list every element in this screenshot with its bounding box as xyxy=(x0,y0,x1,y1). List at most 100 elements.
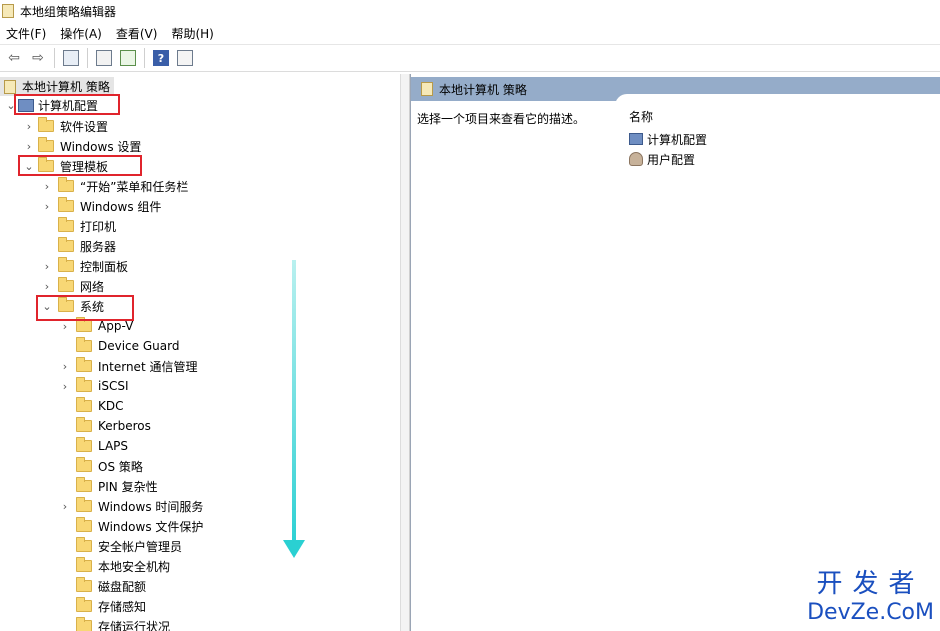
policy-icon xyxy=(421,82,433,96)
pane-splitter[interactable] xyxy=(400,74,410,631)
show-hide-tree-icon[interactable] xyxy=(61,48,81,68)
chevron-right-icon[interactable]: › xyxy=(40,280,54,293)
tree-item-label: App-V xyxy=(98,319,134,333)
folder-icon xyxy=(58,217,74,232)
items-list: 名称 计算机配置 用户配置 xyxy=(615,94,940,631)
watermark-line1: 开发者 xyxy=(816,569,925,599)
tree-item-label: Windows 设置 xyxy=(60,139,142,154)
title-bar: 本地组策略编辑器 xyxy=(0,0,940,22)
chevron-right-icon[interactable]: › xyxy=(58,380,72,393)
tree-item-os-policy[interactable]: OS 策略 xyxy=(58,456,143,476)
tree-item-label: LAPS xyxy=(98,439,129,453)
scroll-arrow-shaft xyxy=(292,260,296,540)
forward-icon[interactable]: ⇨ xyxy=(28,48,48,68)
tree-item-label: Windows 组件 xyxy=(80,199,162,214)
toolbar: ⇦ ⇨ ? xyxy=(0,44,940,72)
export-list-icon[interactable] xyxy=(118,48,138,68)
folder-icon xyxy=(76,537,92,552)
menu-view[interactable]: 查看(V) xyxy=(110,25,166,42)
menu-file[interactable]: 文件(F) xyxy=(0,25,54,42)
folder-icon xyxy=(76,317,92,332)
toolbar-separator xyxy=(144,48,145,68)
chevron-right-icon[interactable]: › xyxy=(40,180,54,193)
tree-item-software-settings[interactable]: › 软件设置 xyxy=(22,116,108,136)
tree-item-control-panel[interactable]: › 控制面板 xyxy=(40,256,128,276)
tree-item-storage-health[interactable]: 存储运行状况 xyxy=(58,616,170,631)
tree-item-server[interactable]: 服务器 xyxy=(40,236,116,256)
scroll-arrow-head xyxy=(283,540,305,558)
tree-item-pin-complexity[interactable]: PIN 复杂性 xyxy=(58,476,158,496)
tree-item-kdc[interactable]: KDC xyxy=(58,396,124,416)
watermark: 开发者 DevZe.CoM xyxy=(807,563,934,625)
details-header-title: 本地计算机 策略 xyxy=(439,82,527,97)
tree-item-windows-file-protection[interactable]: Windows 文件保护 xyxy=(58,516,203,536)
toolbar-separator xyxy=(87,48,88,68)
tree-item-label: “开始”菜单和任务栏 xyxy=(80,179,189,194)
folder-icon xyxy=(76,437,92,452)
folder-icon xyxy=(76,377,92,392)
folder-icon xyxy=(76,497,92,512)
tree-item-sam[interactable]: 安全帐户管理员 xyxy=(58,536,182,556)
tree-item-windows-components[interactable]: › Windows 组件 xyxy=(40,196,161,216)
highlight-box xyxy=(18,155,142,176)
tree-item-lsa[interactable]: 本地安全机构 xyxy=(58,556,170,576)
menu-help[interactable]: 帮助(H) xyxy=(165,25,221,42)
tree-item-internet-comm[interactable]: › Internet 通信管理 xyxy=(58,356,197,376)
tree-item-label: 存储运行状况 xyxy=(98,619,171,631)
column-header-name[interactable]: 名称 xyxy=(629,108,653,125)
list-item-user-config[interactable]: 用户配置 xyxy=(629,150,695,168)
highlight-box xyxy=(36,295,134,321)
tree-item-printers[interactable]: 打印机 xyxy=(40,216,116,236)
tree-item-laps[interactable]: LAPS xyxy=(58,436,128,456)
details-pane: 本地计算机 策略 选择一个项目来查看它的描述。 名称 计算机配置 用户配置 开发… xyxy=(410,74,940,631)
tree-item-windows-time[interactable]: › Windows 时间服务 xyxy=(58,496,203,516)
chevron-right-icon[interactable]: › xyxy=(40,260,54,273)
folder-icon xyxy=(38,137,54,152)
folder-icon xyxy=(58,277,74,292)
folder-icon xyxy=(76,517,92,532)
folder-icon xyxy=(76,337,92,352)
properties-icon[interactable] xyxy=(94,48,114,68)
tree-item-kerberos[interactable]: Kerberos xyxy=(58,416,151,436)
folder-icon xyxy=(76,397,92,412)
folder-icon xyxy=(58,177,74,192)
back-icon[interactable]: ⇦ xyxy=(4,48,24,68)
tree-item-device-guard[interactable]: Device Guard xyxy=(58,336,179,356)
folder-icon xyxy=(76,357,92,372)
chevron-right-icon[interactable]: › xyxy=(58,360,72,373)
computer-icon xyxy=(629,133,643,145)
description-text: 选择一个项目来查看它的描述。 xyxy=(417,112,586,126)
tree-item-start-menu[interactable]: › “开始”菜单和任务栏 xyxy=(40,176,188,196)
tree-item-label: OS 策略 xyxy=(98,459,143,474)
tree-item-disk-quota[interactable]: 磁盘配额 xyxy=(58,576,146,596)
tree-item-windows-settings[interactable]: › Windows 设置 xyxy=(22,136,141,156)
app-icon xyxy=(2,4,14,18)
help-icon[interactable]: ? xyxy=(151,48,171,68)
chevron-right-icon[interactable]: › xyxy=(40,200,54,213)
tree-item-label: Device Guard xyxy=(98,339,180,353)
tree-item-label: 网络 xyxy=(80,279,105,294)
tree-item-iscsi[interactable]: › iSCSI xyxy=(58,376,129,396)
window-title: 本地组策略编辑器 xyxy=(20,4,117,19)
chevron-right-icon[interactable]: › xyxy=(58,500,72,513)
tree-item-label: 本地安全机构 xyxy=(98,559,171,574)
tree-item-label: 控制面板 xyxy=(80,259,129,274)
chevron-right-icon[interactable]: › xyxy=(58,320,72,333)
folder-icon xyxy=(76,597,92,612)
tree-root-label: 本地计算机 策略 xyxy=(22,80,110,94)
tree-item-label: KDC xyxy=(98,399,124,413)
folder-icon xyxy=(38,117,54,132)
list-item-computer-config[interactable]: 计算机配置 xyxy=(629,130,707,148)
menu-bar: 文件(F) 操作(A) 查看(V) 帮助(H) xyxy=(0,22,940,44)
folder-icon xyxy=(76,577,92,592)
folder-icon xyxy=(76,457,92,472)
menu-action[interactable]: 操作(A) xyxy=(54,25,110,42)
tree-item-network[interactable]: › 网络 xyxy=(40,276,104,296)
chevron-right-icon[interactable]: › xyxy=(22,120,36,133)
extended-view-icon[interactable] xyxy=(175,48,195,68)
chevron-right-icon[interactable]: › xyxy=(22,140,36,153)
tree-item-storage-sense[interactable]: 存储感知 xyxy=(58,596,146,616)
tree-item-label: 磁盘配额 xyxy=(98,579,147,594)
folder-icon xyxy=(76,477,92,492)
folder-icon xyxy=(76,557,92,572)
